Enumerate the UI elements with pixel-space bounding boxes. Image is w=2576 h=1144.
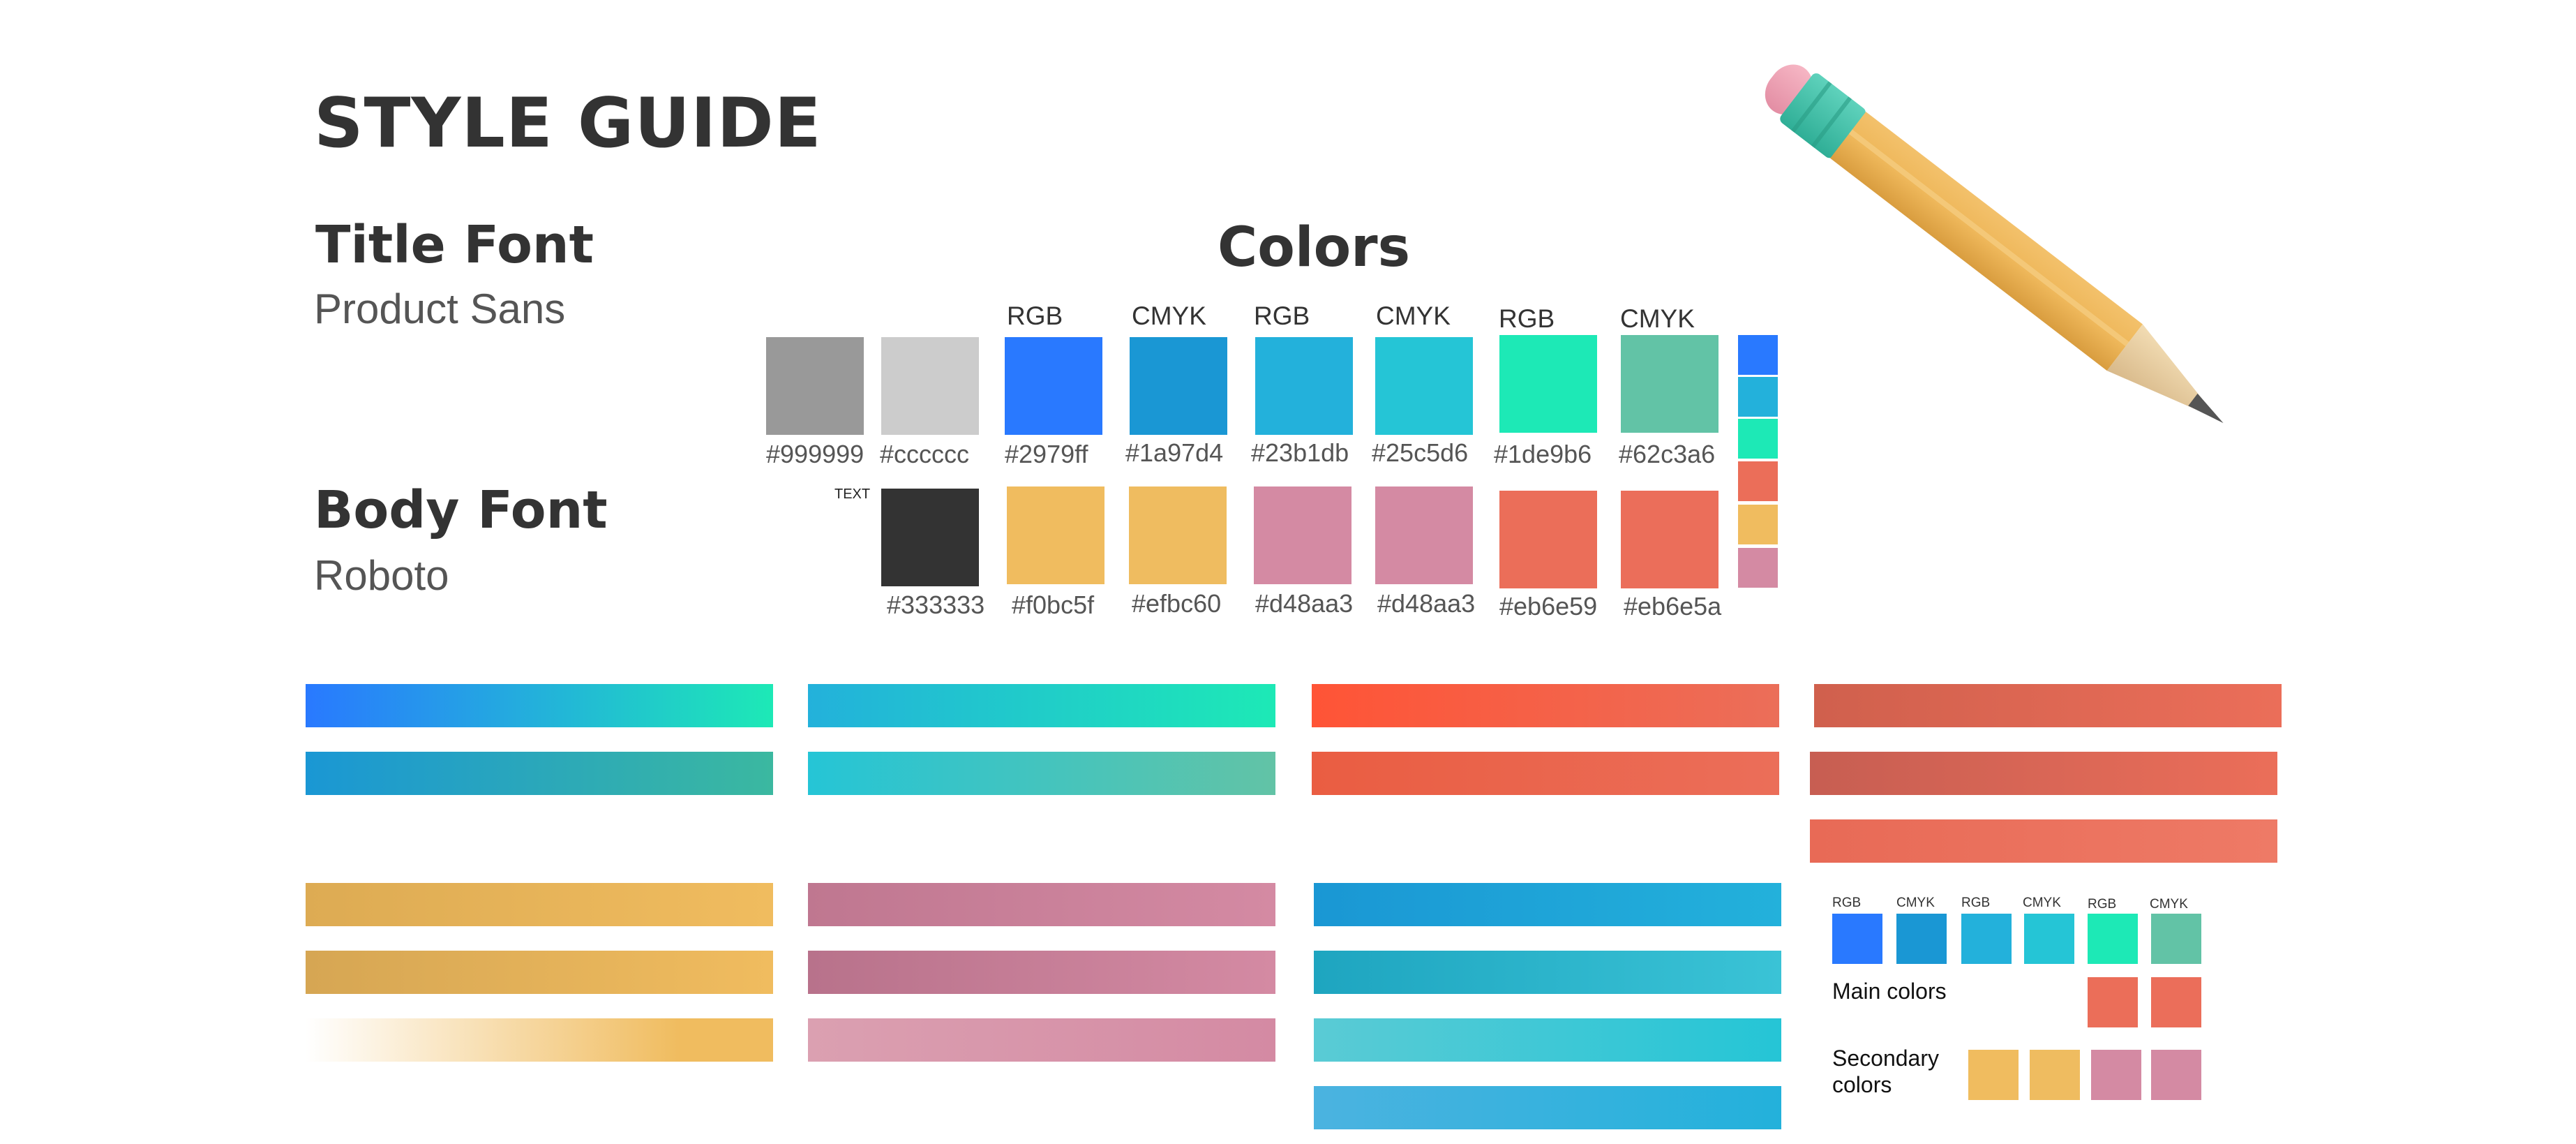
gradient-bar (306, 684, 773, 727)
palette-header: RGB (1007, 302, 1063, 330)
color-swatch (1375, 486, 1473, 584)
hex-label: #efbc60 (1132, 589, 1222, 618)
legend-swatch (1968, 1050, 2019, 1100)
strip-swatch (1738, 548, 1778, 588)
gradient-bar (306, 1018, 773, 1062)
gradient-bar (1810, 752, 2277, 795)
legend-swatch (2024, 914, 2074, 964)
hex-label: #1de9b6 (1494, 440, 1592, 468)
color-swatch (1129, 486, 1227, 584)
color-swatch (881, 489, 979, 586)
title-font-label: Title Font (315, 215, 594, 275)
color-swatch (1621, 335, 1718, 433)
gradient-bar (1814, 684, 2282, 727)
secondary-colors-label: Secondary colors (1832, 1046, 1939, 1097)
color-swatch (766, 337, 864, 435)
palette-header: CMYK (1620, 304, 1695, 333)
title-font-value: Product Sans (314, 285, 566, 332)
hex-label: #25c5d6 (1372, 438, 1469, 467)
legend-swatch (2151, 1050, 2201, 1100)
legend-swatch (2030, 1050, 2080, 1100)
color-swatch (1007, 486, 1104, 584)
legend-header: CMYK (2023, 896, 2061, 910)
main-colors-label: Main colors (1832, 979, 1947, 1004)
gradient-bar (1314, 951, 1781, 994)
gradient-bar (306, 752, 773, 795)
color-swatch (1255, 337, 1353, 435)
legend-swatch (2151, 977, 2201, 1027)
color-swatch (1375, 337, 1473, 435)
palette-header: RGB (1254, 302, 1310, 330)
gradient-bar (1314, 1086, 1781, 1129)
gradient-bar (1314, 883, 1781, 926)
legend-swatch (2088, 914, 2138, 964)
body-font-value: Roboto (314, 552, 449, 599)
hex-label: #1a97d4 (1125, 438, 1224, 467)
color-swatch (1499, 335, 1597, 433)
gradient-bar (808, 951, 1275, 994)
page-title: STYLE GUIDE (314, 84, 822, 163)
color-swatch (1005, 337, 1102, 435)
color-swatch (1621, 491, 1718, 588)
hex-label: #23b1db (1251, 438, 1349, 467)
legend-swatch (2151, 914, 2201, 964)
color-swatch (1499, 491, 1597, 588)
colors-heading: Colors (1218, 216, 1411, 279)
legend-swatch (1832, 914, 1882, 964)
hex-label: #eb6e5a (1624, 592, 1722, 621)
gradient-bar (1312, 684, 1779, 727)
gradient-bar (306, 883, 773, 926)
legend-header: RGB (1961, 896, 1991, 910)
legend-swatch (2091, 1050, 2141, 1100)
palette-header: CMYK (1132, 302, 1206, 330)
text-color-label: TEXT (834, 486, 871, 502)
color-swatch (881, 337, 979, 435)
palette-header: CMYK (1376, 302, 1451, 330)
hex-label: #2979ff (1005, 440, 1088, 468)
gradient-bar (306, 951, 773, 994)
gradient-bar (1810, 819, 2277, 863)
body-font-label: Body Font (314, 480, 608, 540)
legend-swatch (1961, 914, 2012, 964)
pencil-icon (1765, 64, 2224, 424)
hex-label: #d48aa3 (1255, 589, 1354, 618)
legend-header: RGB (2088, 897, 2117, 912)
hex-label: #eb6e59 (1499, 592, 1598, 621)
hex-label: #333333 (887, 590, 985, 619)
palette-header: RGB (1499, 304, 1555, 333)
gradient-bar (1312, 752, 1779, 795)
gradient-bar (808, 684, 1275, 727)
hex-label: #62c3a6 (1619, 440, 1716, 468)
hex-label: #999999 (766, 440, 864, 468)
hex-label: #f0bc5f (1012, 590, 1095, 619)
gradient-bar (808, 1018, 1275, 1062)
legend-swatch (2088, 977, 2138, 1027)
hex-label: #cccccc (880, 440, 970, 468)
legend-header: CMYK (2150, 897, 2188, 912)
gradient-bar (808, 883, 1275, 926)
legend-swatch (1896, 914, 1947, 964)
color-swatch (1130, 337, 1227, 435)
gradient-bar (1314, 1018, 1781, 1062)
gradient-bar (808, 752, 1275, 795)
legend-header: CMYK (1896, 896, 1935, 910)
hex-label: #d48aa3 (1377, 589, 1476, 618)
color-swatch (1254, 486, 1351, 584)
legend-header: RGB (1832, 896, 1862, 910)
